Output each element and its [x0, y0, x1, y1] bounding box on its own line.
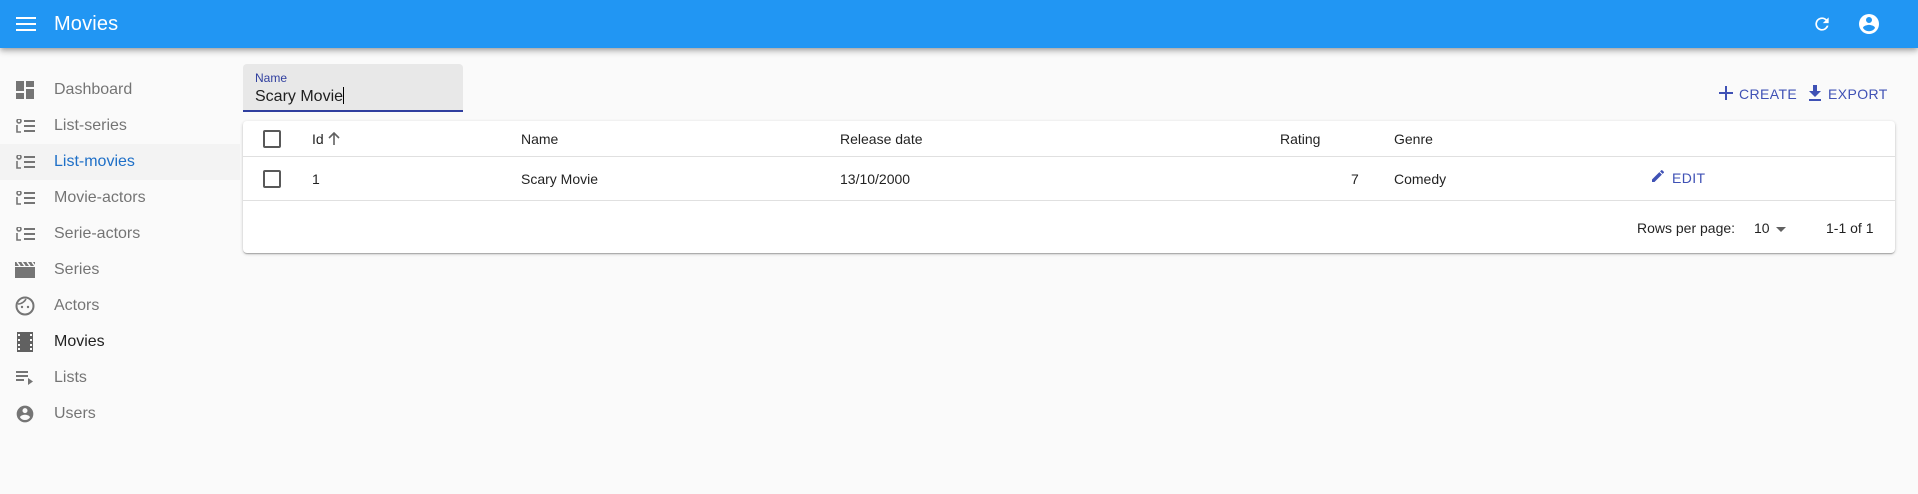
sidebar-item-movies[interactable]: Movies	[0, 324, 240, 360]
sidebar-item-label: Movie-actors	[54, 189, 146, 206]
export-button[interactable]: EXPORT	[1808, 82, 1888, 106]
column-header-release-date[interactable]: Release date	[840, 131, 923, 147]
refresh-icon[interactable]	[1810, 12, 1834, 36]
sidebar-item-lists[interactable]: Lists	[0, 360, 240, 396]
movies-table: Id Name Release date Rating Genre 1 Scar…	[243, 121, 1895, 253]
movie-clapper-icon	[14, 259, 36, 281]
sidebar-item-dashboard[interactable]: Dashboard	[0, 72, 240, 108]
row-checkbox[interactable]	[263, 170, 281, 188]
sidebar-item-label: Dashboard	[54, 81, 133, 98]
name-filter-input[interactable]: Scary Movie	[255, 87, 455, 106]
edit-button[interactable]: EDIT	[1650, 168, 1706, 187]
sidebar-item-series[interactable]: Series	[0, 252, 240, 288]
column-header-name[interactable]: Name	[521, 131, 558, 147]
cell-name: Scary Movie	[521, 171, 599, 187]
select-all-checkbox[interactable]	[263, 130, 281, 148]
page-title: Movies	[54, 13, 119, 35]
sidebar-item-label: Movies	[54, 333, 105, 350]
rows-per-page-label: Rows per page:	[1637, 220, 1736, 236]
pencil-icon	[1650, 168, 1666, 187]
playlist-icon	[14, 367, 36, 389]
face-icon	[14, 295, 36, 317]
sidebar: Dashboard List-series List-movies Movie-…	[0, 72, 240, 432]
sidebar-item-list-movies[interactable]: List-movies	[0, 144, 240, 180]
list-icon	[14, 151, 36, 173]
add-icon	[1719, 85, 1733, 103]
cell-rating: 7	[1351, 171, 1359, 187]
sidebar-item-label: Lists	[54, 369, 87, 386]
column-header-genre[interactable]: Genre	[1394, 131, 1433, 147]
sidebar-item-label: List-movies	[54, 153, 135, 170]
sidebar-item-movie-actors[interactable]: Movie-actors	[0, 180, 240, 216]
sidebar-item-label: List-series	[54, 117, 127, 134]
list-icon	[14, 187, 36, 209]
name-filter-field[interactable]: Name Scary Movie	[243, 64, 463, 112]
caret-down-icon	[1775, 220, 1786, 236]
cell-id: 1	[312, 171, 320, 187]
sidebar-item-serie-actors[interactable]: Serie-actors	[0, 216, 240, 252]
arrow-up-icon	[328, 131, 340, 149]
name-filter-label: Name	[255, 71, 288, 85]
rows-per-page-select[interactable]: 10	[1754, 216, 1786, 240]
create-button[interactable]: CREATE	[1719, 82, 1797, 106]
sidebar-item-label: Users	[54, 405, 96, 422]
account-icon[interactable]	[1857, 12, 1881, 36]
cell-release-date: 13/10/2000	[840, 171, 911, 187]
sidebar-item-label: Actors	[54, 297, 100, 314]
pagination: Rows per page: 10 1-1 of 1	[243, 201, 1895, 253]
pagination-range: 1-1 of 1	[1826, 220, 1874, 236]
menu-icon[interactable]	[14, 12, 38, 36]
column-header-rating[interactable]: Rating	[1280, 131, 1320, 147]
download-icon	[1808, 84, 1822, 104]
cell-genre: Comedy	[1394, 171, 1447, 187]
list-icon	[14, 223, 36, 245]
sidebar-item-actors[interactable]: Actors	[0, 288, 240, 324]
app-bar: Movies	[0, 0, 1918, 48]
table-row[interactable]: 1 Scary Movie 13/10/2000 7 Comedy EDIT	[243, 157, 1895, 201]
list-icon	[14, 115, 36, 137]
account-circle-icon	[14, 403, 36, 425]
column-header-id[interactable]: Id	[312, 131, 340, 149]
dashboard-icon	[14, 79, 36, 101]
sidebar-item-users[interactable]: Users	[0, 396, 240, 432]
sidebar-item-list-series[interactable]: List-series	[0, 108, 240, 144]
sidebar-item-label: Series	[54, 261, 100, 278]
film-strip-icon	[14, 331, 36, 353]
sidebar-item-label: Serie-actors	[54, 225, 141, 242]
table-header: Id Name Release date Rating Genre	[243, 121, 1895, 157]
